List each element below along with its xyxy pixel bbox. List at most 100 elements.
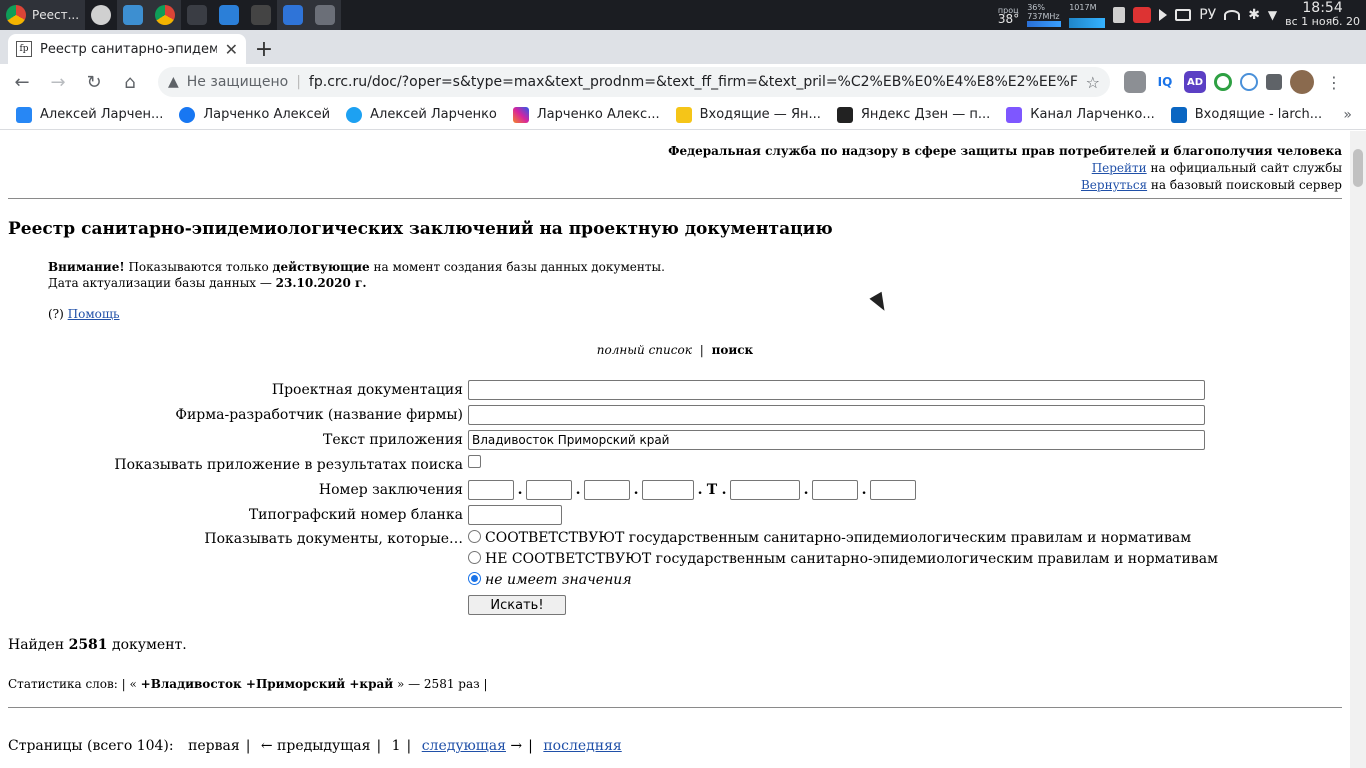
display-icon[interactable] bbox=[1175, 9, 1192, 21]
number-part-2[interactable] bbox=[526, 480, 572, 500]
show-appendix-checkbox[interactable] bbox=[468, 455, 481, 468]
word-stats: Статистика слов: | « +Владивосток +Примо… bbox=[8, 677, 488, 691]
number-part-7[interactable] bbox=[870, 480, 916, 500]
reload-button[interactable]: ↻ bbox=[78, 66, 110, 98]
new-tab-button[interactable]: + bbox=[246, 34, 282, 64]
ext-iq-icon[interactable]: IQ bbox=[1154, 71, 1176, 93]
clock[interactable]: 18:54 вс 1 нояб. 20 bbox=[1285, 1, 1360, 28]
firm-input[interactable] bbox=[468, 405, 1205, 425]
row-project: Проектная документация bbox=[0, 380, 1350, 402]
back-button[interactable]: ← bbox=[6, 66, 38, 98]
security-label[interactable]: Не защищено bbox=[187, 74, 288, 90]
ext-ad-icon[interactable]: AD bbox=[1184, 71, 1206, 93]
number-part-4[interactable] bbox=[642, 480, 694, 500]
agency-header: Федеральная служба по надзору в сфере за… bbox=[668, 143, 1342, 194]
channel-icon bbox=[1006, 106, 1023, 123]
option-compliant[interactable]: СООТВЕТСТВУЮТ государственным санитарно-… bbox=[468, 528, 1218, 549]
bookmark-item[interactable]: Алексей Ларчен... bbox=[8, 106, 171, 123]
bookmark-item[interactable]: Ларченко Алексей bbox=[171, 106, 338, 123]
bookmark-item[interactable]: Входящие - larch... bbox=[1163, 106, 1330, 123]
number-dot: . bbox=[861, 482, 867, 498]
bookmark-label: Канал Ларченко... bbox=[1030, 107, 1155, 122]
store-icon bbox=[219, 5, 240, 25]
scrollbar-thumb[interactable] bbox=[1353, 149, 1363, 187]
appendix-input[interactable] bbox=[468, 430, 1205, 450]
tray-menu-chevron-icon[interactable]: ▼ bbox=[1268, 8, 1277, 22]
address-bar[interactable]: ▲ Не защищено | fp.crc.ru/doc/?oper=s&ty… bbox=[158, 67, 1110, 97]
ext-photo-icon[interactable] bbox=[1124, 71, 1146, 93]
radio-noncompliant[interactable] bbox=[468, 551, 481, 564]
compliance-options: СООТВЕТСТВУЮТ государственным санитарно-… bbox=[468, 528, 1218, 591]
taskbar-terminal[interactable] bbox=[245, 0, 277, 30]
number-dot: . bbox=[697, 482, 703, 498]
taskbar-settings[interactable] bbox=[85, 0, 117, 30]
os-top-panel: Реест... проц 38° 36% 737MHz 1017M РУ ✱ … bbox=[0, 0, 1366, 30]
project-input[interactable] bbox=[468, 380, 1205, 400]
number-label: Номер заключения bbox=[318, 482, 463, 498]
option-any[interactable]: не имеет значения bbox=[468, 570, 1218, 591]
vk-icon bbox=[16, 106, 32, 123]
document-icon bbox=[283, 5, 304, 25]
option-noncompliant[interactable]: НЕ СООТВЕТСТВУЮТ государственным санитар… bbox=[468, 549, 1218, 570]
warning-icon[interactable]: ▲ bbox=[168, 74, 179, 90]
page-scrollbar[interactable] bbox=[1350, 131, 1366, 768]
row-show-docs: Показывать документы, которые… СООТВЕТСТ… bbox=[0, 529, 1350, 593]
clipboard-icon[interactable] bbox=[1113, 7, 1126, 23]
bluetooth-icon[interactable]: ✱ bbox=[1248, 7, 1260, 23]
bookmark-label: Ларченко Алексей bbox=[203, 107, 331, 122]
option-label: не имеет значения bbox=[485, 572, 632, 588]
page-last-link[interactable]: последняя bbox=[543, 738, 621, 754]
profile-avatar[interactable] bbox=[1290, 70, 1314, 94]
page-next-link[interactable]: следующая bbox=[422, 738, 506, 754]
number-part-6[interactable] bbox=[812, 480, 858, 500]
bookmark-label: Ларченко Алекс... bbox=[536, 107, 660, 122]
wifi-icon[interactable] bbox=[1224, 10, 1241, 20]
found-count: 2581 bbox=[68, 637, 108, 653]
taskbar-screenshot[interactable] bbox=[309, 0, 342, 30]
browser-tab-active[interactable]: fp Реестр санитарно-эпидемио ✕ bbox=[8, 34, 246, 64]
base-server-link[interactable]: Вернуться bbox=[1081, 178, 1147, 192]
forward-button[interactable]: → bbox=[42, 66, 74, 98]
firm-label: Фирма-разработчик (название фирмы) bbox=[175, 407, 463, 423]
full-list-link[interactable]: полный список bbox=[597, 343, 692, 357]
keyboard-layout[interactable]: РУ bbox=[1199, 7, 1216, 23]
radio-compliant[interactable] bbox=[468, 530, 481, 543]
official-site-link[interactable]: Перейти bbox=[1092, 161, 1147, 175]
taskbar-store[interactable] bbox=[213, 0, 245, 30]
taskbar-chrome[interactable] bbox=[149, 0, 182, 30]
bookmarks-overflow-icon[interactable]: » bbox=[1343, 107, 1358, 123]
screen-record-icon[interactable] bbox=[1133, 7, 1152, 23]
help-link[interactable]: Помощь bbox=[68, 307, 120, 321]
twitter-icon bbox=[346, 106, 363, 123]
puzzle-icon[interactable] bbox=[1266, 74, 1282, 90]
taskbar-window-title: Реест... bbox=[32, 8, 80, 22]
volume-icon[interactable] bbox=[1159, 9, 1168, 21]
row-firm: Фирма-разработчик (название фирмы) bbox=[0, 405, 1350, 427]
bookmark-star-icon[interactable]: ☆ bbox=[1086, 73, 1100, 92]
browser-menu-icon[interactable]: ⋮ bbox=[1322, 73, 1346, 92]
taskbar-docs[interactable] bbox=[277, 0, 310, 30]
search-submit-button[interactable]: Искать! bbox=[468, 595, 566, 615]
browser-toolbar: ← → ↻ ⌂ ▲ Не защищено | fp.crc.ru/doc/?o… bbox=[0, 64, 1366, 100]
bookmark-item[interactable]: Канал Ларченко... bbox=[998, 106, 1162, 123]
cpu-temp-widget: проц 38° bbox=[998, 6, 1019, 25]
taskbar-files[interactable] bbox=[117, 0, 150, 30]
show-docs-label: Показывать документы, которые… bbox=[204, 531, 463, 547]
number-part-1[interactable] bbox=[468, 480, 514, 500]
number-part-3[interactable] bbox=[584, 480, 630, 500]
taskbar-mixer[interactable] bbox=[181, 0, 213, 30]
radio-any[interactable] bbox=[468, 572, 481, 585]
bookmark-item[interactable]: Ларченко Алекс... bbox=[505, 106, 668, 123]
bookmark-item[interactable]: Входящие — Ян... bbox=[668, 106, 829, 123]
bookmark-item[interactable]: Яндекс Дзен — п... bbox=[829, 106, 998, 123]
mail-icon bbox=[675, 106, 692, 123]
ext-sync-icon[interactable] bbox=[1240, 73, 1258, 91]
number-part-5[interactable] bbox=[730, 480, 800, 500]
tab-close-icon[interactable]: ✕ bbox=[225, 40, 238, 59]
blank-input[interactable] bbox=[468, 505, 562, 525]
ext-circle-icon[interactable] bbox=[1214, 73, 1232, 91]
url-text[interactable]: fp.crc.ru/doc/?oper=s&type=max&text_prod… bbox=[309, 74, 1078, 90]
home-button[interactable]: ⌂ bbox=[114, 66, 146, 98]
bookmark-item[interactable]: Алексей Ларченко bbox=[338, 106, 505, 123]
taskbar-chrome-window[interactable]: Реест... bbox=[0, 0, 86, 30]
